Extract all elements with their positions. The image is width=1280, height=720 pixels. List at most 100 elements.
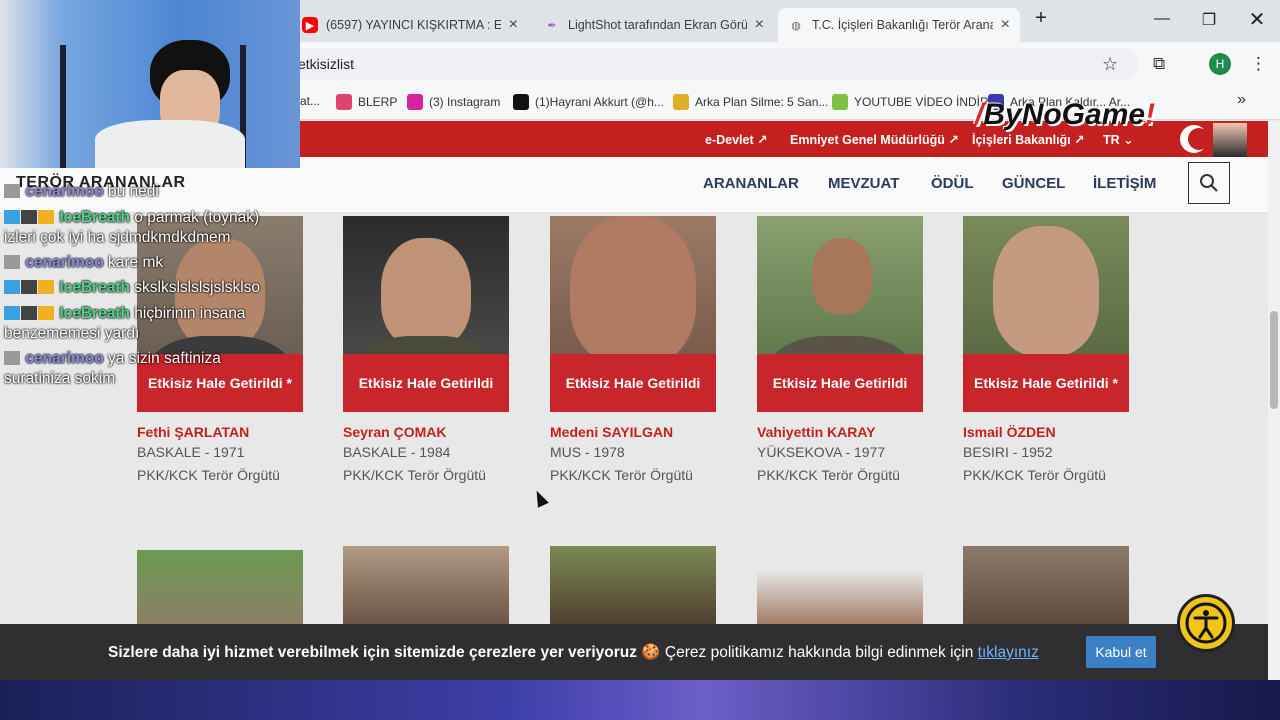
chat-message: suratiniza sokim xyxy=(4,369,115,389)
badge-icon xyxy=(21,210,37,224)
cookie-text: Sizlere daha iyi hizmet verebilmek için … xyxy=(108,644,637,661)
person-name[interactable]: Vahiyettin KARAY xyxy=(757,424,876,440)
bookmark-item[interactable]: at... xyxy=(300,94,320,108)
menu-dots-icon[interactable]: ⋮ xyxy=(1250,54,1267,74)
page-scrollbar[interactable] xyxy=(1268,121,1280,680)
chat-text: benzememesi yardı xyxy=(4,325,140,342)
person-photo[interactable] xyxy=(550,546,716,626)
wanted-card[interactable]: Etkisiz Hale Getirildi Seyran ÇOMAK BASK… xyxy=(343,216,509,496)
chat-username: cenarimoo xyxy=(25,350,104,367)
restore-icon[interactable]: ❐ xyxy=(1194,10,1224,30)
accessibility-button[interactable] xyxy=(1177,594,1235,652)
bookmark-item[interactable]: Arka Plan Silme: 5 San... xyxy=(673,94,828,110)
nav-odul[interactable]: ÖDÜL xyxy=(931,175,974,192)
person-organization: PKK/KCK Terör Örgütü xyxy=(343,467,486,483)
person-origin: YÜKSEKOVA - 1977 xyxy=(757,444,886,460)
chat-username: cenarimoo xyxy=(25,183,104,200)
chat-text: izleri çok iyi ha sjdmdkmdkdmem xyxy=(4,229,231,246)
cookie-policy-link[interactable]: tıklayınız xyxy=(978,644,1039,661)
close-tab-icon[interactable]: × xyxy=(509,16,518,34)
badge-icon xyxy=(4,280,20,294)
person-name[interactable]: Fethi ŞARLATAN xyxy=(137,424,249,440)
tab-terror-wanted[interactable]: ◍ T.C. İçişleri Bakanlığı Terör Arananl … xyxy=(778,8,1020,42)
chat-username: IceBreath xyxy=(59,305,130,322)
avatar xyxy=(4,255,20,269)
badge-icon xyxy=(21,306,37,320)
wanted-card[interactable]: Etkisiz Hale Getirildi Vahiyettin KARAY … xyxy=(757,216,923,496)
chat-message: cenarimoo bu nedi xyxy=(4,182,159,202)
badge-icon xyxy=(38,306,54,320)
cookie-banner: Sizlere daha iyi hizmet verebilmek için … xyxy=(0,624,1268,680)
tab-lightshot[interactable]: ✒ LightShot tarafından Ekran Görünt × xyxy=(534,8,774,42)
person-photo[interactable] xyxy=(963,546,1129,626)
close-tab-icon[interactable]: × xyxy=(1001,16,1010,34)
cookie-policy-text: Çerez politikamız hakkında bilgi edinmek… xyxy=(664,644,974,661)
wanted-card[interactable]: Etkisiz Hale Getirildi Medeni SAYILGAN M… xyxy=(550,216,716,496)
stream-background xyxy=(0,680,1280,720)
bookmark-item[interactable]: BLERP xyxy=(336,94,397,110)
status-badge: Etkisiz Hale Getirildi * xyxy=(963,354,1129,412)
chat-message: cenarimoo kare mk xyxy=(4,253,163,273)
external-link-icon: ↗ xyxy=(757,133,768,147)
bookmark-item[interactable]: YOUTUBE VİDEO İNDİR xyxy=(832,94,989,110)
accessibility-icon xyxy=(1185,602,1227,644)
avatar xyxy=(4,184,20,198)
status-badge: Etkisiz Hale Getirildi xyxy=(757,354,923,412)
download-arrow-icon xyxy=(832,94,848,110)
bookmark-item[interactable]: (1)Hayrani Akkurt (@h... xyxy=(513,94,664,110)
bookmarks-overflow-button[interactable]: » xyxy=(1237,91,1246,109)
person-photo[interactable] xyxy=(343,546,509,626)
language-selector[interactable]: TR ⌄ xyxy=(1103,132,1134,147)
badge-icon xyxy=(38,210,54,224)
badge-icon xyxy=(4,306,20,320)
link-edevlet[interactable]: e-Devlet ↗ xyxy=(705,132,768,147)
person-name[interactable]: Seyran ÇOMAK xyxy=(343,424,446,440)
badge-icon xyxy=(21,280,37,294)
nav-iletisim[interactable]: İLETİŞİM xyxy=(1093,175,1156,192)
bookmark-star-icon[interactable]: ☆ xyxy=(1102,54,1118,75)
wanted-card[interactable]: Etkisiz Hale Getirildi * Ismail ÖZDEN BE… xyxy=(963,216,1129,496)
badge-icon xyxy=(38,280,54,294)
chat-text: bu nedi xyxy=(108,183,159,200)
channel-logo: /ByNoGame! xyxy=(975,98,1156,131)
youtube-icon: ▶ xyxy=(302,17,318,33)
nav-guncel[interactable]: GÜNCEL xyxy=(1002,175,1065,192)
profile-avatar[interactable]: H xyxy=(1209,53,1231,75)
person-photo[interactable] xyxy=(757,570,923,626)
tab-youtube[interactable]: ▶ (6597) YAYINCI KIŞKIRTMA : EVE D × xyxy=(292,8,528,42)
chat-text: kare mk xyxy=(108,254,164,271)
chat-username: IceBreath xyxy=(59,279,130,296)
chat-message: IceBreath o parmak (toynak) xyxy=(4,208,259,228)
new-tab-button[interactable]: + xyxy=(1026,7,1056,30)
logo-mark-icon: ! xyxy=(1145,98,1156,131)
minimize-icon[interactable]: — xyxy=(1147,10,1177,28)
person-organization: PKK/KCK Terör Örgütü xyxy=(963,467,1106,483)
status-badge: Etkisiz Hale Getirildi xyxy=(343,354,509,412)
chat-text: o parmak (toynak) xyxy=(134,209,260,226)
external-link-icon: ↗ xyxy=(1074,133,1085,147)
close-tab-icon[interactable]: × xyxy=(755,16,764,34)
link-egm[interactable]: Emniyet Genel Müdürlüğü ↗ xyxy=(790,132,959,147)
nav-arananlar[interactable]: ARANANLAR xyxy=(703,175,799,192)
extensions-icon[interactable]: ⧉ xyxy=(1153,54,1165,74)
chat-text: hiçbirinin insana xyxy=(134,305,246,322)
person-name[interactable]: Ismail ÖZDEN xyxy=(963,424,1056,440)
search-icon xyxy=(1200,174,1218,192)
nav-mevzuat[interactable]: MEVZUAT xyxy=(828,175,899,192)
globe-icon: ◍ xyxy=(791,19,801,32)
close-window-icon[interactable]: ✕ xyxy=(1242,7,1272,32)
search-button[interactable] xyxy=(1188,162,1230,204)
cookie-emoji: 🍪 xyxy=(641,644,661,661)
accept-cookies-button[interactable]: Kabul et xyxy=(1086,636,1156,668)
link-icisleri[interactable]: İçişleri Bakanlığı ↗ xyxy=(972,132,1085,147)
person-name[interactable]: Medeni SAYILGAN xyxy=(550,424,673,440)
instagram-icon xyxy=(407,94,423,110)
chat-username: IceBreath xyxy=(59,209,130,226)
person-photo[interactable] xyxy=(137,550,303,630)
person-organization: PKK/KCK Terör Örgütü xyxy=(757,467,900,483)
person-origin: BASKALE - 1984 xyxy=(343,444,451,460)
chat-text: suratiniza sokim xyxy=(4,370,116,387)
scrollbar-thumb[interactable] xyxy=(1270,311,1278,409)
bookmark-item[interactable]: (3) Instagram xyxy=(407,94,500,110)
webcam-overlay xyxy=(0,0,300,168)
